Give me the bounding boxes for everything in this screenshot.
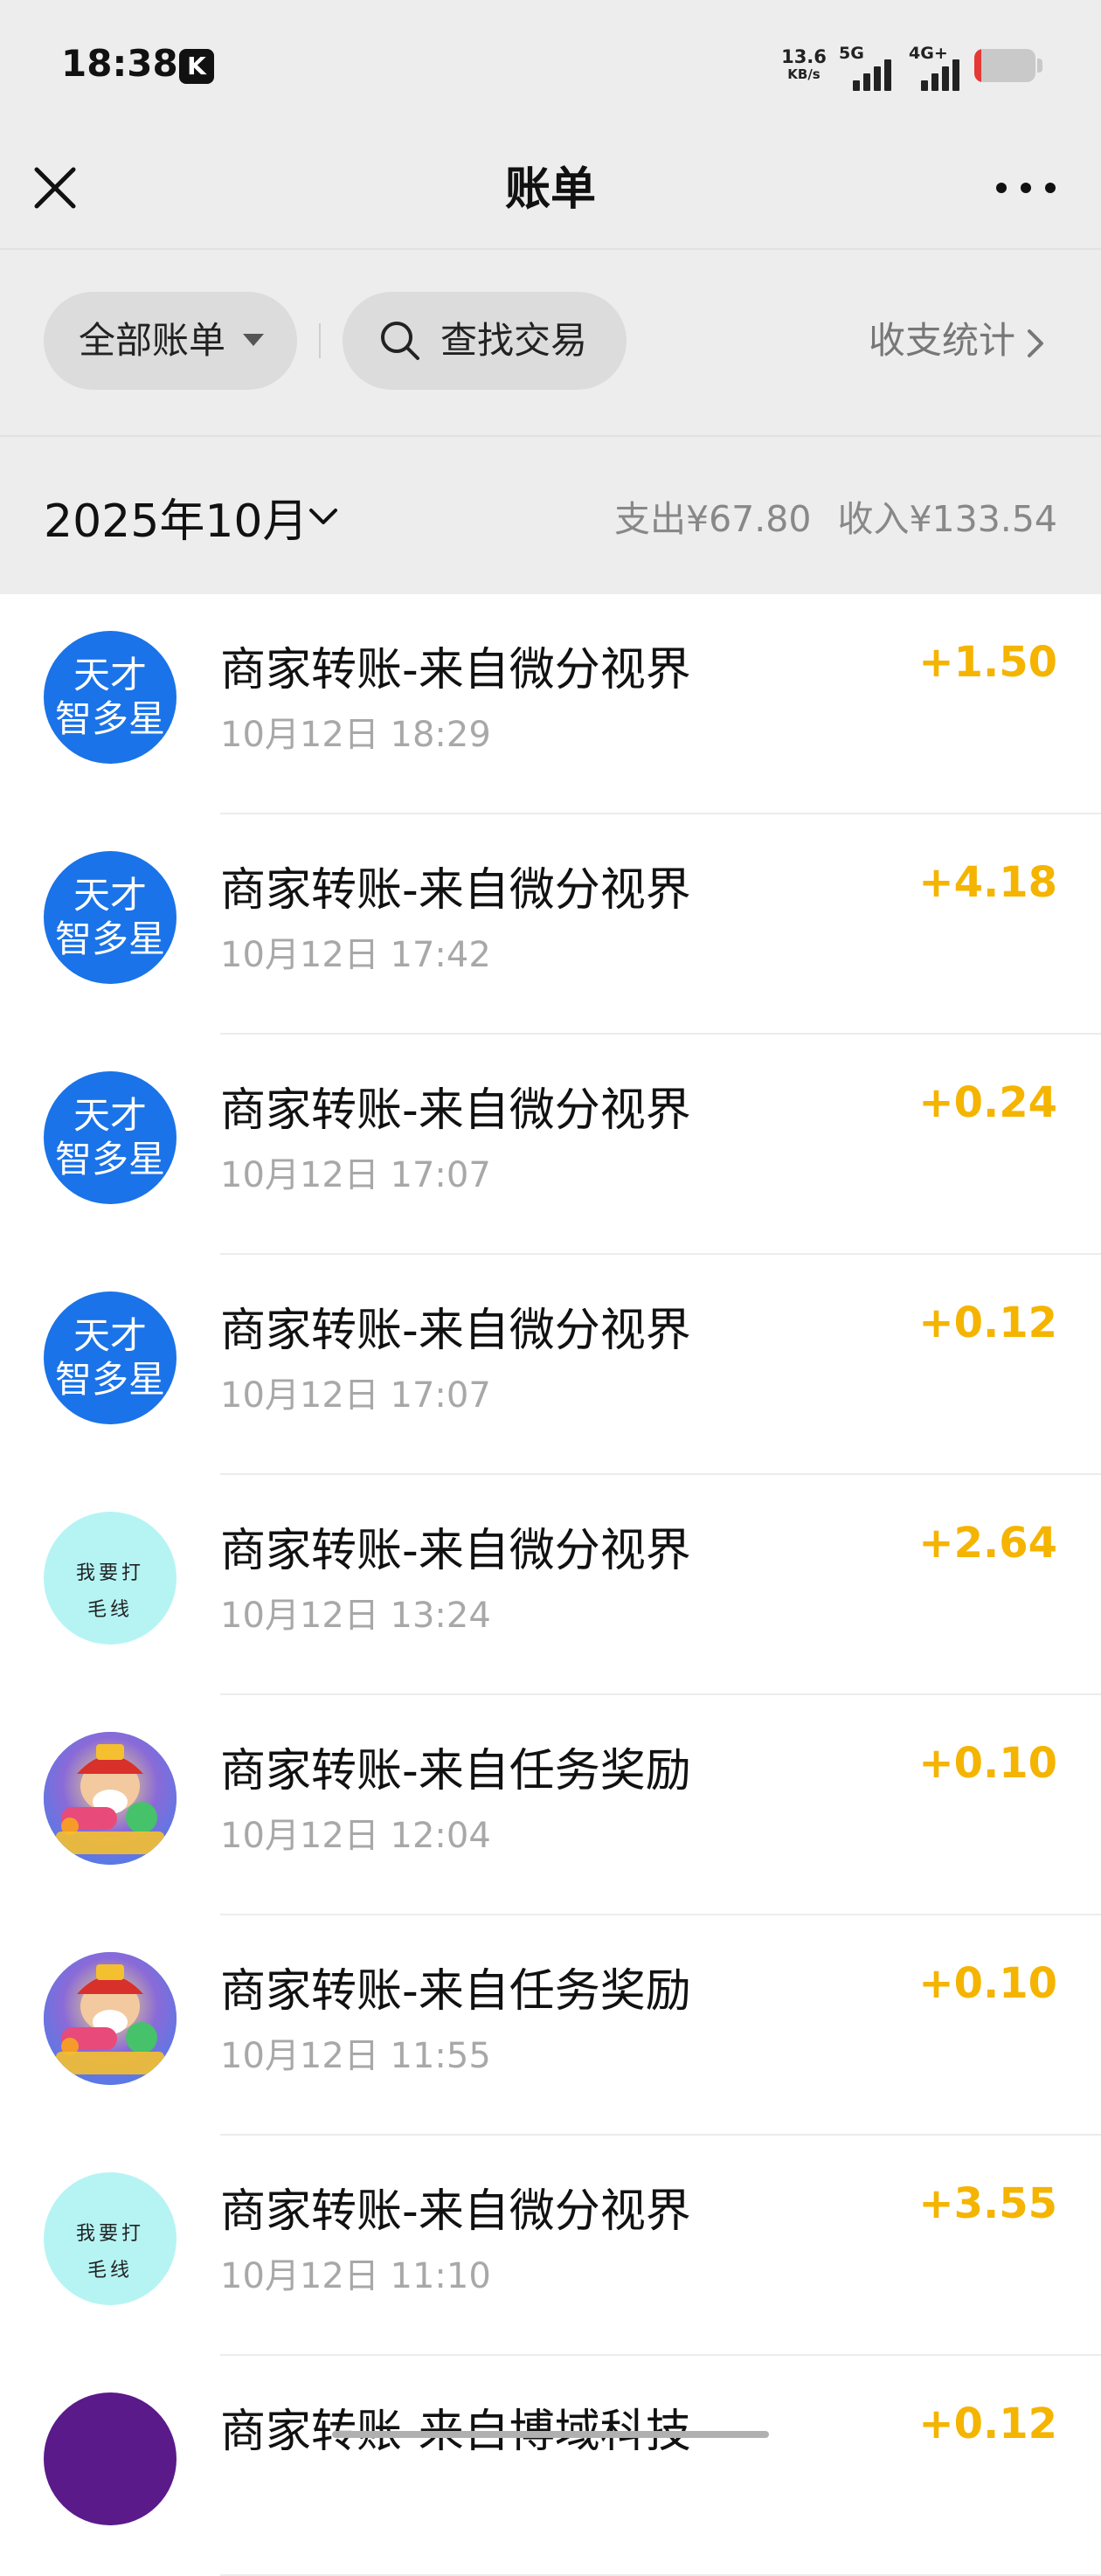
battery-tip (1037, 59, 1042, 73)
transaction-title: 商家转账-来自微分视界 (220, 2185, 691, 2238)
transaction-amount: +3.55 (918, 2179, 1057, 2228)
transaction-row[interactable]: 商家转账-来自任务奖励 10月12日 12:04 +0.10 (0, 1695, 1101, 1915)
transaction-time: 10月12日 11:10 (220, 2256, 491, 2296)
nav-bar: 账单 (0, 140, 1101, 250)
merchant-avatar: 天才 智多星 (44, 1291, 177, 1424)
transaction-amount: +2.64 (918, 1519, 1057, 1568)
transaction-title: 商家转账-来自任务奖励 (220, 1965, 691, 2018)
avatar-text-line2: 毛线 (87, 1599, 133, 1621)
more-icon[interactable] (987, 166, 1066, 210)
transaction-amount: +0.24 (918, 1078, 1057, 1127)
transaction-amount: +4.18 (918, 858, 1057, 907)
chevron-right-icon (1028, 329, 1043, 357)
merchant-avatar: 天才 智多星 (44, 851, 177, 984)
transaction-row[interactable]: 天才 智多星 商家转账-来自微分视界 10月12日 18:29 +1.50 (0, 594, 1101, 814)
transaction-title: 商家转账-来自微分视界 (220, 864, 691, 917)
chevron-down-icon[interactable] (304, 498, 343, 537)
app-notification-icon: K (179, 49, 214, 84)
home-indicator[interactable] (332, 2431, 769, 2438)
transaction-amount: +0.12 (918, 2399, 1057, 2448)
search-transactions-button[interactable]: 查找交易 (343, 292, 627, 390)
income-expense-stats-link[interactable]: 收支统计 (869, 292, 1050, 390)
transaction-time: 10月12日 18:29 (220, 715, 491, 755)
transaction-time: 10月12日 11:55 (220, 2036, 491, 2076)
battery-icon (974, 49, 1035, 82)
month-expense: 支出¥67.80 (613, 498, 812, 540)
transaction-title: 商家转账-来自微分视界 (220, 1084, 691, 1137)
caret-down-icon (243, 334, 264, 346)
transaction-row[interactable]: 商家转账-来自任务奖励 10月12日 11:55 +0.10 (0, 1915, 1101, 2136)
month-income: 收入¥133.54 (837, 498, 1057, 540)
merchant-avatar-game-logo (44, 1732, 177, 1865)
transaction-title: 商家转账-来自任务奖励 (220, 1745, 691, 1797)
month-header: 2025年10月 支出¥67.80 收入¥133.54 (0, 437, 1101, 594)
transaction-title: 商家转账-来自博域科技 (220, 2406, 691, 2458)
network-speed-unit: KB/s (787, 66, 821, 82)
transaction-amount: +0.12 (918, 1298, 1057, 1347)
transaction-row[interactable]: 我要打 毛线 商家转账-来自微分视界 10月12日 11:10 +3.55 (0, 2136, 1101, 2356)
game-art-icon (44, 1952, 177, 2085)
merchant-avatar: 我要打 毛线 (44, 2172, 177, 2305)
transaction-amount: +0.10 (918, 1959, 1057, 2008)
avatar-text-line1: 天才 (73, 1314, 147, 1357)
network-speed-value: 13.6 (781, 46, 827, 67)
transaction-row[interactable]: 天才 智多星 商家转账-来自微分视界 10月12日 17:07 +0.24 (0, 1035, 1101, 1255)
status-time: 18:38 (61, 42, 178, 85)
network-speed: 13.6 KB/s (778, 47, 830, 82)
search-transactions-label: 查找交易 (440, 319, 588, 362)
transaction-time: 10月12日 17:07 (220, 1375, 491, 1416)
transaction-row[interactable]: 天才 智多星 商家转账-来自微分视界 10月12日 17:07 +0.12 (0, 1255, 1101, 1475)
transaction-time: 10月12日 13:24 (220, 1596, 491, 1636)
search-icon (381, 322, 419, 360)
merchant-avatar: 天才 智多星 (44, 1071, 177, 1204)
merchant-avatar: 我要打 毛线 (44, 1512, 177, 1645)
avatar-text-line2: 智多星 (54, 697, 165, 740)
month-summary: 支出¥67.80 收入¥133.54 (614, 489, 1057, 542)
transaction-title: 商家转账-来自微分视界 (220, 1305, 691, 1357)
transaction-row[interactable]: 我要打 毛线 商家转账-来自微分视界 10月12日 13:24 +2.64 (0, 1475, 1101, 1695)
battery-level (974, 49, 982, 82)
transaction-amount: +0.10 (918, 1739, 1057, 1788)
all-bills-dropdown[interactable]: 全部账单 (44, 292, 297, 390)
avatar-text-line1: 天才 (73, 1094, 147, 1137)
transaction-row[interactable]: 商家转账-来自博域科技 +0.12 (0, 2356, 1101, 2576)
stats-label: 收支统计 (868, 319, 1015, 362)
transaction-amount: +1.50 (918, 638, 1057, 687)
transaction-title: 商家转账-来自微分视界 (220, 644, 691, 696)
page-title: 账单 (504, 163, 596, 216)
transaction-title: 商家转账-来自微分视界 (220, 1525, 691, 1577)
transaction-time: 10月12日 12:04 (220, 1816, 491, 1856)
merchant-avatar-game-logo (44, 1952, 177, 2085)
transaction-time: 10月12日 17:07 (220, 1155, 491, 1195)
avatar-text-line1: 我要打 (75, 1562, 144, 1584)
avatar-text-line2: 智多星 (54, 1138, 165, 1181)
merchant-avatar: 天才 智多星 (44, 631, 177, 764)
avatar-text-line1: 我要打 (75, 2223, 144, 2245)
avatar-text-line2: 智多星 (54, 918, 165, 960)
month-selector[interactable]: 2025年10月 (44, 484, 308, 550)
avatar-text-line1: 天才 (73, 654, 147, 696)
transaction-list: 天才 智多星 商家转账-来自微分视界 10月12日 18:29 +1.50 天才 智多星 商家… (0, 594, 1101, 2576)
merchant-avatar (44, 2392, 177, 2525)
status-bar: 18:38 K 13.6 KB/s 5G 4G+ (0, 0, 1101, 140)
game-art-icon (44, 1732, 177, 1865)
avatar-text-line1: 天才 (73, 874, 147, 917)
transaction-time: 10月12日 17:42 (220, 935, 491, 975)
filter-bar: 全部账单 查找交易 收支统计 (0, 250, 1101, 437)
avatar-text-line2: 智多星 (54, 1358, 165, 1401)
avatar-text-line2: 毛线 (87, 2260, 133, 2282)
all-bills-label: 全部账单 (79, 319, 226, 362)
filter-divider (319, 323, 321, 358)
transaction-row[interactable]: 天才 智多星 商家转账-来自微分视界 10月12日 17:42 +4.18 (0, 814, 1101, 1035)
